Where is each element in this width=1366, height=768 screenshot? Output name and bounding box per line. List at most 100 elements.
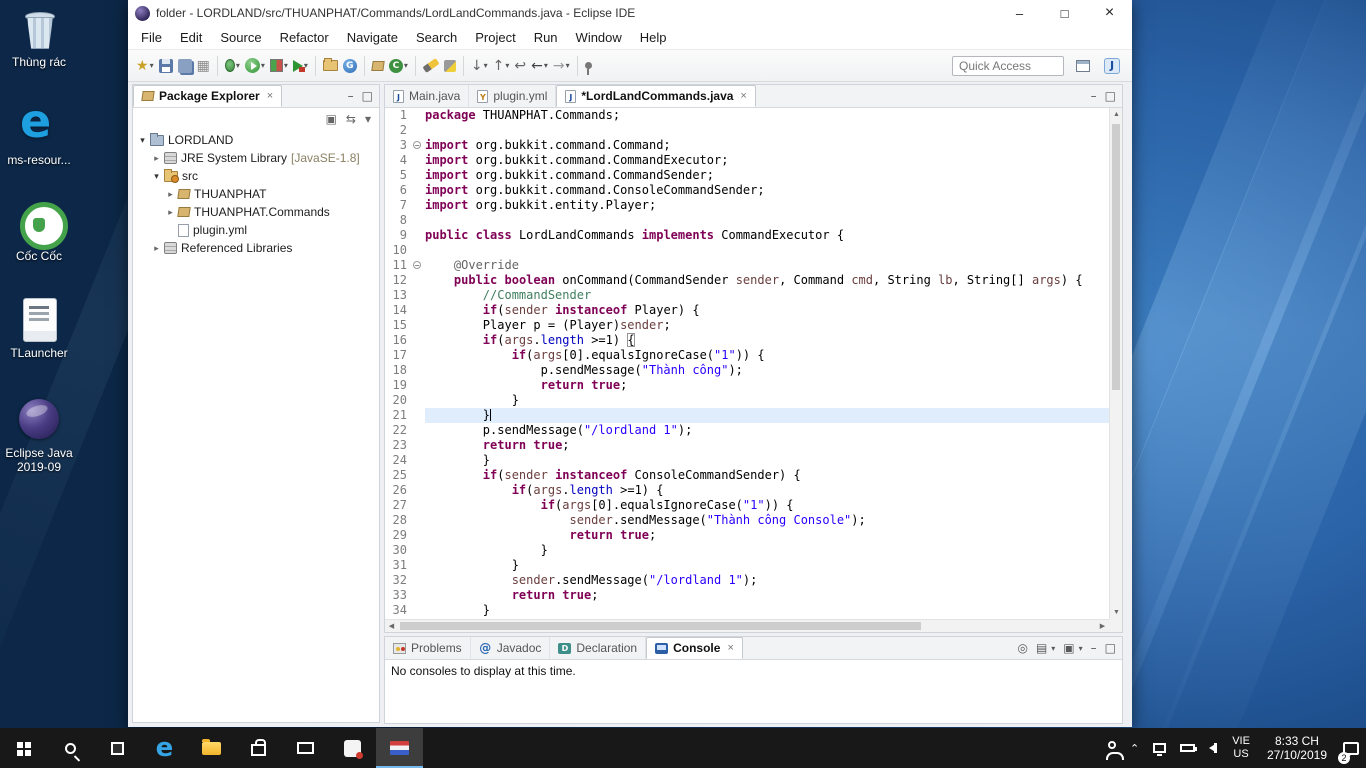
dropdown-arrow-icon[interactable]: ▾ (544, 61, 548, 70)
console-view-tab-console[interactable]: Console× (646, 637, 743, 659)
menu-run[interactable]: Run (525, 27, 567, 48)
code-line[interactable]: 34 } (385, 603, 1109, 618)
code-line[interactable]: 7import org.bukkit.entity.Player; (385, 198, 1109, 213)
back-button[interactable]: ←▾ (529, 54, 550, 78)
minimize-view-icon[interactable]: – (348, 89, 354, 103)
taskbar-edge-button[interactable]: e (141, 728, 188, 768)
minimize-window-button[interactable] (997, 0, 1042, 26)
minimize-view-icon[interactable]: – (1091, 641, 1097, 655)
dropdown-arrow-icon[interactable]: ▾ (484, 61, 488, 70)
scroll-up-icon[interactable]: ▲ (1110, 108, 1123, 121)
code-line[interactable]: 4import org.bukkit.command.CommandExecut… (385, 153, 1109, 168)
close-view-icon[interactable]: × (267, 90, 273, 102)
tree-expander-icon[interactable]: ▾ (137, 135, 148, 146)
print-button[interactable]: ▦ (195, 54, 212, 78)
prev-annotation-button[interactable]: ↑▾ (491, 54, 512, 78)
menu-file[interactable]: File (132, 27, 171, 48)
tree-item-jre-system-library[interactable]: ▸JRE System Library[JavaSE-1.8] (133, 149, 379, 167)
taskbar-store-button[interactable] (235, 728, 282, 768)
last-edit-button[interactable]: ↩ (512, 54, 528, 78)
console-view-tab-declaration[interactable]: DDeclaration (550, 637, 646, 659)
taskbar-start-button[interactable] (0, 728, 47, 768)
tray-chevron-up-button[interactable]: ⌃ (1123, 728, 1146, 768)
desktop-icon-coccoc[interactable]: Cốc Cốc (0, 200, 78, 263)
next-annotation-button[interactable]: ↓▾ (469, 54, 490, 78)
dropdown-arrow-icon[interactable]: ▾ (404, 61, 408, 70)
open-console-icon[interactable]: ▣ (1063, 641, 1074, 655)
scroll-right-icon[interactable]: ▶ (1096, 620, 1109, 633)
code-line[interactable]: 16 if(args.length >=1) { (385, 333, 1109, 348)
horizontal-scrollbar[interactable]: ◀ ▶ (385, 619, 1109, 632)
window-titlebar[interactable]: folder - LORDLAND/src/THUANPHAT/Commands… (128, 0, 1132, 26)
code-line[interactable]: 27 if(args[0].equalsIgnoreCase("1")) { (385, 498, 1109, 513)
new-wizard-button[interactable]: ★▾ (134, 54, 156, 78)
code-line[interactable]: 17 if(args[0].equalsIgnoreCase("1")) { (385, 348, 1109, 363)
view-menu-icon[interactable]: ▾ (365, 112, 371, 126)
dropdown-arrow-icon[interactable]: ▾ (505, 61, 509, 70)
dropdown-arrow-icon[interactable]: ▾ (566, 61, 570, 70)
code-line[interactable]: 24 } (385, 453, 1109, 468)
new-class-button[interactable]: C▾ (387, 54, 410, 78)
code-editor[interactable]: 1package THUANPHAT.Commands;23−import or… (385, 108, 1109, 619)
code-line[interactable]: 31 } (385, 558, 1109, 573)
code-line[interactable]: 5import org.bukkit.command.CommandSender… (385, 168, 1109, 183)
code-line[interactable]: 11− @Override (385, 258, 1109, 273)
menu-source[interactable]: Source (211, 27, 270, 48)
java-perspective-button[interactable]: J (1102, 54, 1122, 78)
maximize-view-icon[interactable]: □ (1105, 641, 1116, 655)
code-line[interactable]: 12 public boolean onCommand(CommandSende… (385, 273, 1109, 288)
tree-item-thuanphat[interactable]: ▸THUANPHAT (133, 185, 379, 203)
run-button[interactable]: ▾ (243, 54, 267, 78)
fold-collapse-icon[interactable]: − (413, 261, 421, 269)
save-button[interactable] (157, 54, 175, 78)
tray-volume-button[interactable] (1202, 728, 1224, 768)
menu-help[interactable]: Help (631, 27, 676, 48)
pin-console-icon[interactable]: ◎ (1017, 641, 1027, 655)
code-line[interactable]: 25 if(sender instanceof ConsoleCommandSe… (385, 468, 1109, 483)
editor-tab-main-java[interactable]: JMain.java (385, 85, 469, 107)
tree-item-lordland[interactable]: ▾LORDLAND (133, 131, 379, 149)
code-line[interactable]: 18 p.sendMessage("Thành công"); (385, 363, 1109, 378)
tree-expander-icon[interactable]: ▸ (151, 153, 162, 164)
scroll-left-icon[interactable]: ◀ (385, 620, 398, 633)
dropdown-arrow-icon[interactable]: ▾ (284, 61, 288, 70)
code-line[interactable]: 19 return true; (385, 378, 1109, 393)
code-line[interactable]: 28 sender.sendMessage("Thành công Consol… (385, 513, 1109, 528)
console-view-tab-javadoc[interactable]: @Javadoc (471, 637, 551, 659)
external-tools-button[interactable]: ▾ (291, 54, 310, 78)
minimize-editor-icon[interactable]: – (1091, 89, 1097, 103)
tray-network-button[interactable] (1146, 728, 1173, 768)
forward-button[interactable]: →▾ (551, 54, 572, 78)
taskbar-app-flag-button[interactable] (376, 728, 423, 768)
coverage-button[interactable]: ▾ (268, 54, 290, 78)
menu-project[interactable]: Project (466, 27, 524, 48)
code-line[interactable]: 10 (385, 243, 1109, 258)
code-line[interactable]: 26 if(args.length >=1) { (385, 483, 1109, 498)
taskbar-clock[interactable]: 8:33 CH 27/10/2019 (1258, 734, 1336, 762)
fold-collapse-icon[interactable]: − (413, 141, 421, 149)
taskbar-app-badge-button[interactable] (329, 728, 376, 768)
tray-battery-button[interactable] (1173, 728, 1202, 768)
new-package-button[interactable] (370, 54, 386, 78)
editor-tab-lordlandcommands-java[interactable]: J*LordLandCommands.java× (556, 85, 755, 107)
tree-expander-icon[interactable]: ▸ (165, 189, 176, 200)
dropdown-arrow-icon[interactable]: ▾ (236, 61, 240, 70)
code-line[interactable]: 6import org.bukkit.command.ConsoleComman… (385, 183, 1109, 198)
search-button[interactable] (421, 54, 441, 78)
pin-editor-button[interactable] (583, 54, 594, 78)
quick-access-input[interactable] (952, 56, 1064, 76)
desktop-icon-eclipse[interactable]: Eclipse Java 2019-09 (0, 397, 78, 474)
code-line[interactable]: 13 //CommandSender (385, 288, 1109, 303)
display-console-icon[interactable]: ▤ (1036, 641, 1047, 655)
code-line[interactable]: 2 (385, 123, 1109, 138)
link-with-editor-icon[interactable]: ⇆ (346, 112, 356, 126)
dropdown-arrow-icon[interactable]: ▾ (1079, 644, 1083, 653)
dropdown-arrow-icon[interactable]: ▾ (261, 61, 265, 70)
editor-tab-plugin-yml[interactable]: Yplugin.yml (469, 85, 556, 107)
code-line[interactable]: 14 if(sender instanceof Player) { (385, 303, 1109, 318)
menu-window[interactable]: Window (567, 27, 631, 48)
debug-button[interactable]: ▾ (223, 54, 242, 78)
collapse-all-icon[interactable]: ▣ (326, 112, 337, 126)
new-java-project-button[interactable] (321, 54, 340, 78)
tree-item-src[interactable]: ▾src (133, 167, 379, 185)
